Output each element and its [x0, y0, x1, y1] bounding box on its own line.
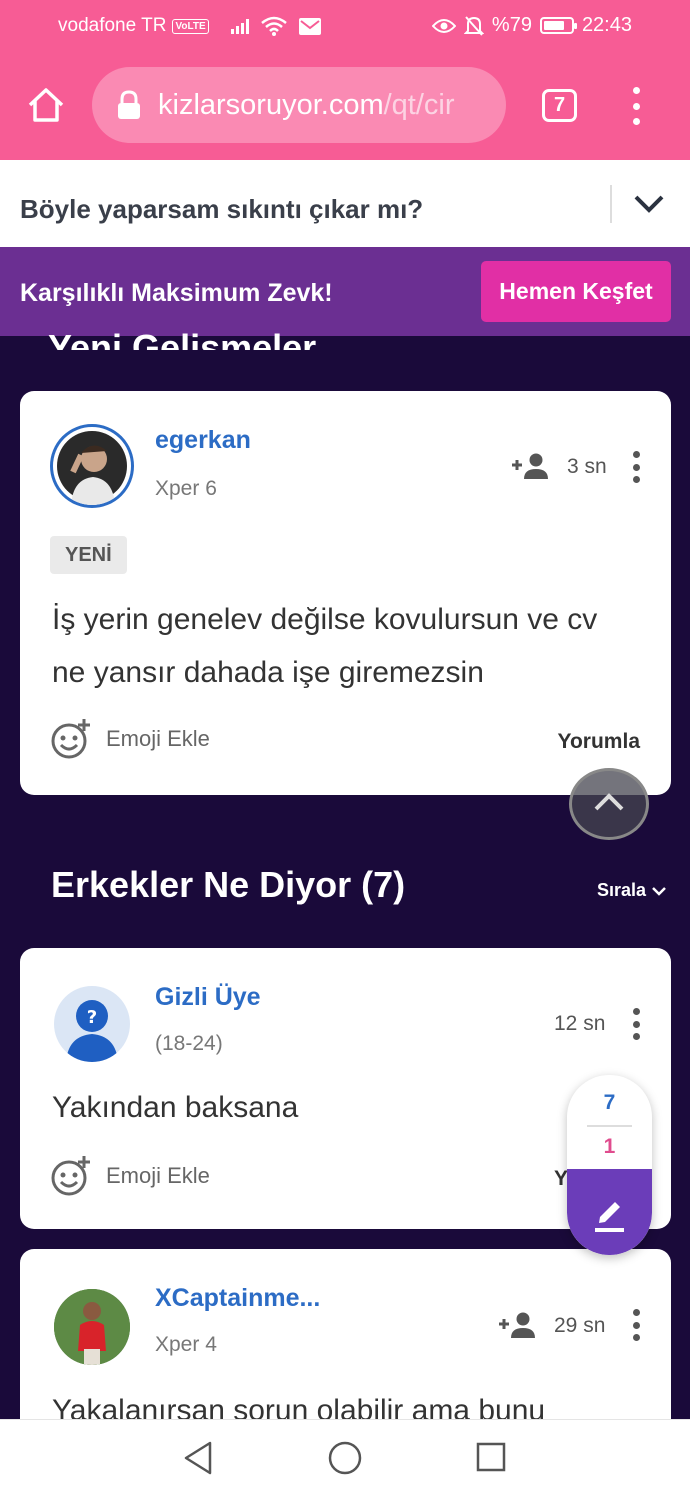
write-answer-button[interactable]: [567, 1169, 652, 1255]
more-options-icon[interactable]: [632, 1309, 640, 1341]
follow-user-icon[interactable]: [498, 1311, 538, 1339]
more-options-icon[interactable]: [632, 1008, 640, 1040]
emoji-add-icon: [51, 1156, 90, 1196]
latest-post-card: egerkan Xper 6 3 sn YENİ İş yerin genele…: [20, 391, 671, 795]
eye-icon: [431, 18, 456, 33]
carrier-label: vodafone TR: [58, 15, 167, 36]
emoji-label: Emoji Ekle: [106, 1163, 210, 1188]
wifi-icon: [260, 16, 287, 36]
username[interactable]: XCaptainme...: [155, 1284, 320, 1313]
browser-menu-icon[interactable]: [628, 87, 644, 125]
post-text-line2: ne yansır dahada işe giremezsin: [52, 656, 484, 689]
back-icon[interactable]: [182, 1440, 214, 1476]
emoji-add-icon: [51, 719, 90, 759]
question-header: Böyle yaparsam sıkıntı çıkar mı?: [0, 160, 690, 247]
avatar: ?: [54, 986, 130, 1062]
username[interactable]: Gizli Üye: [155, 983, 261, 1012]
url-domain: kizlarsoruyor.com: [158, 88, 384, 121]
url-text: kizlarsoruyor.com/qt/cir: [158, 89, 455, 122]
unread-count: 1: [603, 1135, 616, 1158]
avatar-photo: [57, 431, 127, 505]
system-navigation-bar: [0, 1419, 690, 1495]
answers-section-title: Erkekler Ne Diyor (7): [51, 864, 406, 905]
divider: [610, 185, 612, 223]
signal-icon: [230, 18, 249, 34]
chevron-down-icon: [652, 886, 666, 896]
recents-icon[interactable]: [475, 1441, 507, 1473]
discover-button[interactable]: Hemen Keşfet: [481, 261, 671, 322]
mail-icon: [298, 17, 321, 35]
chevron-down-icon[interactable]: [630, 188, 668, 218]
post-time: 3 sn: [567, 455, 607, 478]
mute-bell-icon: [463, 15, 484, 36]
anonymous-user-icon: ?: [66, 1000, 118, 1062]
user-level: Xper 6: [155, 477, 217, 500]
avatar[interactable]: [50, 424, 134, 508]
avatar-photo: [54, 1289, 130, 1365]
answer-time: 12 sn: [554, 1012, 606, 1035]
reply-button[interactable]: Y: [554, 1167, 568, 1191]
tab-switcher-button[interactable]: 7: [542, 89, 577, 122]
sort-label: Sırala: [597, 880, 647, 900]
answer-counter-widget[interactable]: 7 1: [567, 1075, 652, 1255]
post-text-line1: İş yerin genelev değilse kovulursun ve c…: [52, 603, 598, 636]
browser-toolbar: kizlarsoruyor.com/qt/cir 7: [0, 52, 690, 160]
sort-dropdown[interactable]: Sırala: [597, 880, 666, 901]
volte-badge: VoLTE: [172, 18, 209, 34]
answer-count: 7: [603, 1091, 616, 1114]
address-bar[interactable]: kizlarsoruyor.com/qt/cir: [92, 67, 506, 143]
section-title-cut: Yeni Gelişmeler: [48, 327, 317, 350]
chevron-up-icon: [594, 793, 624, 811]
user-level: Xper 4: [155, 1333, 217, 1356]
answer-text: Yakından baksana: [52, 1091, 299, 1124]
clock: 22:43: [581, 14, 632, 36]
user-age-range: (18-24): [155, 1032, 223, 1055]
question-title: Böyle yaparsam sıkıntı çıkar mı?: [20, 194, 424, 224]
answer-time: 29 sn: [554, 1314, 606, 1337]
username[interactable]: egerkan: [155, 426, 251, 455]
follow-user-icon[interactable]: [511, 452, 551, 480]
pencil-icon: [595, 1202, 624, 1232]
emoji-label: Emoji Ekle: [106, 726, 210, 751]
new-badge: YENİ: [50, 536, 127, 574]
home-circle-icon[interactable]: [327, 1440, 363, 1476]
reply-button[interactable]: Yorumla: [558, 730, 640, 754]
add-emoji-button[interactable]: Emoji Ekle: [50, 1155, 210, 1197]
divider: [587, 1125, 632, 1127]
promo-text: Karşılıklı Maksimum Zevk!: [20, 279, 333, 307]
avatar[interactable]: [54, 1289, 130, 1365]
home-icon[interactable]: [26, 85, 66, 125]
battery-percent: %79: [491, 14, 532, 36]
add-emoji-button[interactable]: Emoji Ekle: [50, 718, 210, 760]
battery-icon: [539, 17, 577, 34]
more-options-icon[interactable]: [632, 451, 640, 483]
lock-icon: [118, 90, 140, 119]
status-bar: vodafone TR VoLTE %79 22:43: [0, 0, 690, 52]
scroll-to-top-button[interactable]: [569, 768, 649, 840]
svg-text:?: ?: [87, 1007, 97, 1028]
url-path: /qt/cir: [383, 88, 455, 121]
